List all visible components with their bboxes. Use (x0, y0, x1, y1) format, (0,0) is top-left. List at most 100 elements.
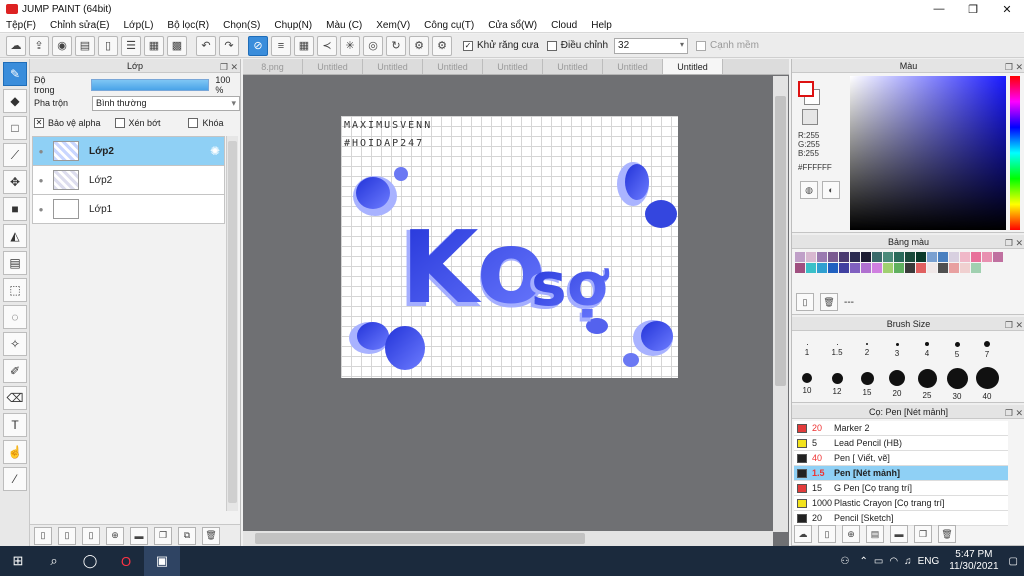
start-windows-icon[interactable]: ⊞ (0, 546, 36, 576)
cloud-brush-icon[interactable]: ☁ (794, 525, 812, 543)
brush-size-option[interactable]: 1 (792, 333, 822, 367)
menu-help[interactable]: Help (591, 20, 612, 31)
panel-pin-close-icon[interactable]: ❐ ✕ (1005, 60, 1023, 74)
text-tool-icon[interactable]: T (3, 413, 27, 437)
palette-swatch[interactable] (883, 252, 893, 262)
palette-swatch[interactable] (971, 263, 981, 273)
palette-swatch[interactable] (894, 252, 904, 262)
adjust-checkbox[interactable] (546, 40, 557, 51)
snap-settings-icon[interactable]: ⚙ (409, 35, 429, 56)
new-brush-icon[interactable]: ▯ (818, 525, 836, 543)
palette-swatch[interactable] (916, 252, 926, 262)
palette-swatch[interactable] (861, 263, 871, 273)
clock[interactable]: 5:47 PM 11/30/2021 (949, 549, 998, 573)
brush-list-item[interactable]: 20 Pencil [Sketch] (794, 511, 1008, 526)
merge-icon[interactable]: ⧉ (178, 526, 196, 545)
grid-settings-icon[interactable]: ▩ (167, 35, 187, 56)
wifi-icon[interactable]: ◠ (889, 556, 898, 567)
menu-view[interactable]: Xem(V) (376, 20, 410, 31)
doc-tab-active[interactable]: Untitled (663, 59, 723, 74)
color-picker-icon[interactable]: ◐ (822, 181, 840, 199)
select-pen-tool-icon[interactable]: ✐ (3, 359, 27, 383)
palette-swatch[interactable] (861, 252, 871, 262)
select-rect-tool-icon[interactable]: ⬚ (3, 278, 27, 302)
language-indicator[interactable]: ENG (918, 556, 940, 567)
new-layer-1bit-icon[interactable]: ▯ (82, 526, 100, 545)
transparent-swatch[interactable] (802, 109, 818, 125)
people-icon[interactable]: ⚇ (841, 556, 850, 567)
brush-size-option[interactable]: 25 (912, 367, 942, 401)
folder-icon[interactable]: ▬ (130, 526, 148, 545)
clipping-checkbox[interactable] (114, 118, 125, 128)
menu-layer[interactable]: Lớp(L) (124, 20, 154, 31)
snap-grid-icon[interactable]: ▦ (294, 35, 314, 56)
brush-list-item[interactable]: 20 Marker 2 (794, 421, 1008, 436)
rect-tool-icon[interactable]: □ (3, 116, 27, 140)
smooth-edge-checkbox[interactable] (696, 40, 707, 51)
delete-swatch-icon[interactable]: 🗑 (820, 293, 838, 311)
palette-swatch[interactable] (894, 263, 904, 273)
snap-perspective-icon[interactable]: ≺ (317, 35, 337, 56)
new-layer-8bit-icon[interactable]: ▯ (58, 526, 76, 545)
new-layer-icon[interactable]: ▯ (34, 526, 52, 545)
brush-size-option[interactable]: 3 (882, 333, 912, 367)
menu-file[interactable]: Tệp(F) (6, 20, 36, 31)
menu-color[interactable]: Màu (C) (326, 20, 362, 31)
gradient-tool-icon[interactable]: ▤ (3, 251, 27, 275)
menu-edit[interactable]: Chỉnh sửa(E) (50, 20, 110, 31)
cloud-icon[interactable]: ☁ (6, 35, 26, 56)
add-brush-menu-icon[interactable]: ⊕ (842, 525, 860, 543)
brush-size-option[interactable]: 30 (942, 367, 972, 401)
notifications-icon[interactable]: ▢ (1009, 556, 1018, 567)
menu-filter[interactable]: Bộ lọc(R) (167, 20, 209, 31)
menu-window[interactable]: Cửa sổ(W) (488, 20, 537, 31)
doc-tab[interactable]: Untitled (543, 59, 603, 74)
undo-icon[interactable]: ↶ (196, 35, 216, 56)
antialias-checkbox[interactable]: ✓ (463, 40, 473, 51)
protect-alpha-checkbox[interactable]: ✕ (34, 118, 44, 128)
eraser-tool-icon[interactable]: ◆ (3, 89, 27, 113)
brush-list-item[interactable]: 1.5 Pen [Nét mảnh] (794, 466, 1008, 481)
palette-swatch[interactable] (795, 252, 805, 262)
comment-icon[interactable]: ▤ (75, 35, 95, 56)
menu-tools[interactable]: Công cụ(T) (424, 20, 474, 31)
palette-swatch[interactable] (960, 263, 970, 273)
palette-swatch[interactable] (960, 252, 970, 262)
add-swatch-icon[interactable]: ▯ (796, 293, 814, 311)
maximize-icon[interactable]: ❐ (956, 0, 990, 18)
canvas-horizontal-scrollbar[interactable] (243, 531, 773, 546)
doc-tab[interactable]: Untitled (363, 59, 423, 74)
brush-size-option[interactable]: 2 (852, 333, 882, 367)
snap-parallel-icon[interactable]: ≡ (271, 35, 291, 56)
brush-size-option[interactable]: 20 (882, 367, 912, 401)
palette-swatch[interactable] (806, 263, 816, 273)
palette-swatch[interactable] (850, 263, 860, 273)
brush-size-option[interactable]: 40 (972, 367, 1002, 401)
palette-swatch[interactable] (905, 263, 915, 273)
layer-item[interactable]: ● Lớp2 (32, 165, 225, 195)
drawing-canvas[interactable]: MAXIMUSVENN #HOIDAP247 Ko Ko sợ sợ (341, 116, 678, 378)
panel-pin-close-icon[interactable]: ❐ ✕ (1005, 318, 1023, 332)
line-tool-icon[interactable]: ⟋ (3, 143, 27, 167)
opacity-slider[interactable] (91, 79, 210, 91)
speech-bubble-icon[interactable]: ◉ (52, 35, 72, 56)
palette-swatch[interactable] (839, 263, 849, 273)
palette-icon[interactable]: ◍ (800, 181, 818, 199)
duplicate-brush-icon[interactable]: ❐ (914, 525, 932, 543)
snap-curve-icon[interactable]: ↻ (386, 35, 406, 56)
layer-item[interactable]: ● Lớp2 ✺ (32, 136, 225, 166)
hue-slider[interactable] (1010, 76, 1020, 230)
smooth-edge-toggle[interactable]: Cạnh mềm (696, 40, 759, 51)
palette-swatch[interactable] (795, 263, 805, 273)
palette-swatch[interactable] (993, 252, 1003, 262)
eyedropper-tool-icon[interactable]: ⁄ (3, 467, 27, 491)
palette-swatch[interactable] (872, 252, 882, 262)
palette-swatch[interactable] (927, 263, 937, 273)
palette-swatch[interactable] (817, 252, 827, 262)
move-tool-icon[interactable]: ✥ (3, 170, 27, 194)
lasso-tool-icon[interactable]: ◌ (3, 305, 27, 329)
network-icon[interactable]: ▭ (874, 556, 883, 567)
brush-size-option[interactable]: 10 (792, 367, 822, 401)
menu-cloud[interactable]: Cloud (551, 20, 577, 31)
layout-icon[interactable]: ▦ (144, 35, 164, 56)
